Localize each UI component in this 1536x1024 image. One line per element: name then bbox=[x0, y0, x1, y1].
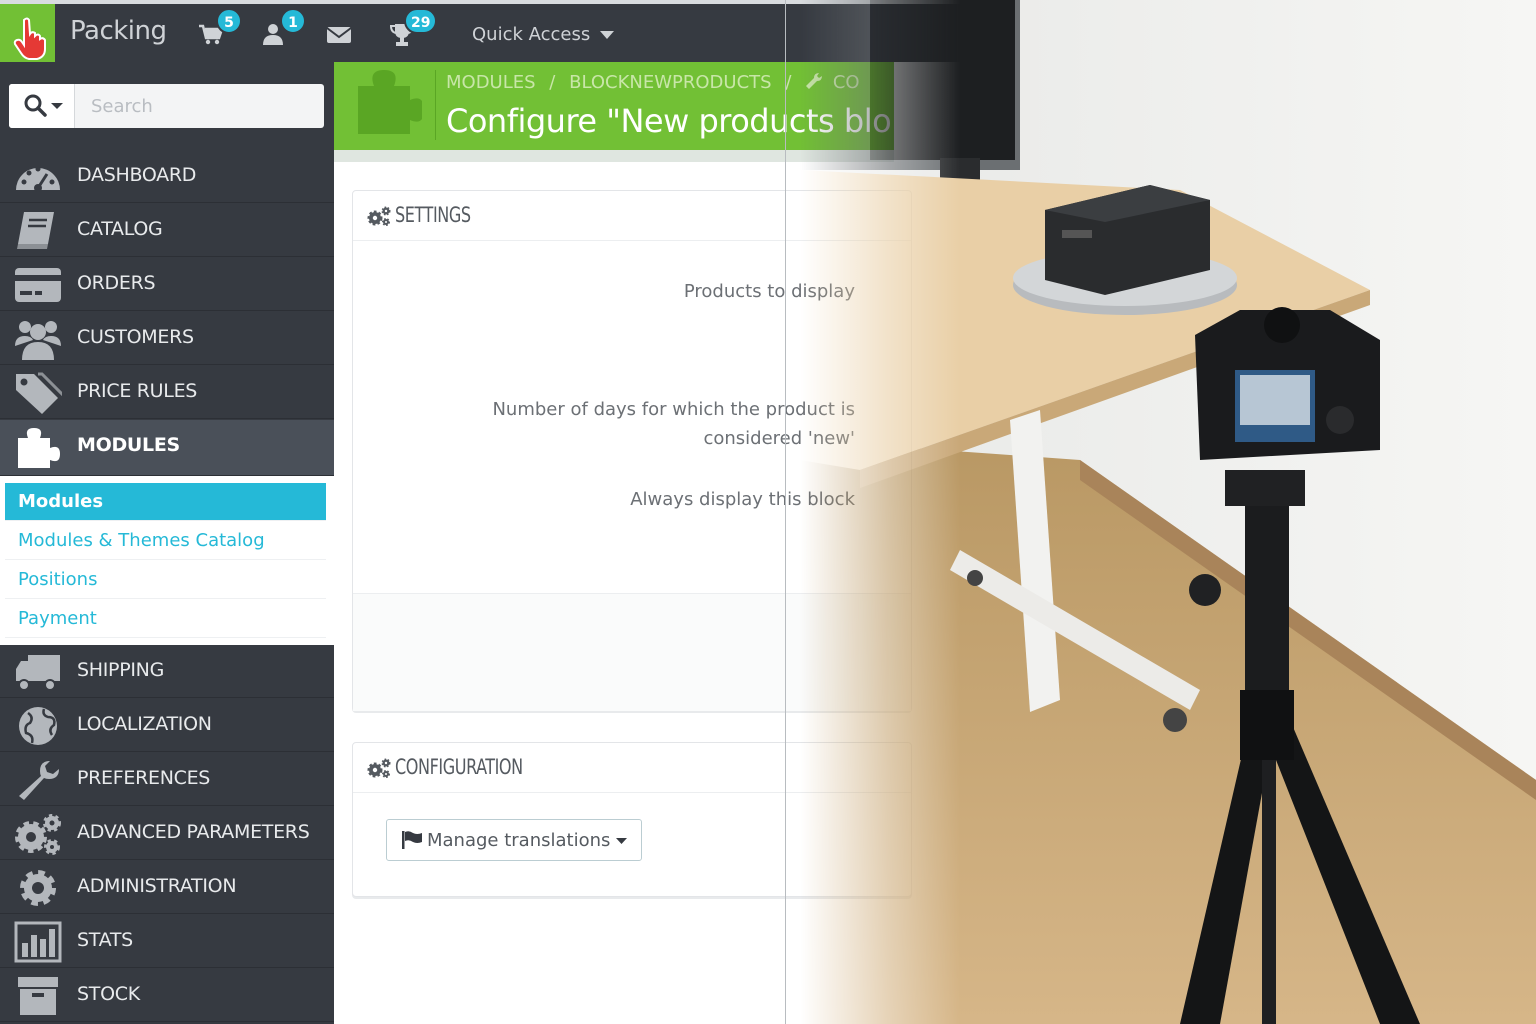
products-to-display-label: Products to display bbox=[683, 281, 855, 302]
customer-badge: 1 bbox=[280, 8, 306, 34]
sidebar-item-advanced-parameters[interactable]: ADVANCED PARAMETERS bbox=[0, 807, 334, 860]
breadcrumb-configure: CO bbox=[832, 72, 860, 93]
always-display-label: Always display this block bbox=[630, 489, 855, 510]
modules-submenu: Modules Modules & Themes Catalog Positio… bbox=[0, 476, 334, 645]
wrench-icon bbox=[19, 761, 59, 800]
logo[interactable] bbox=[0, 4, 55, 62]
search-input[interactable] bbox=[77, 84, 323, 128]
cog-icon bbox=[20, 870, 56, 906]
header-divider bbox=[334, 150, 894, 162]
sidebar-item-price-rules[interactable]: PRICE RULES bbox=[0, 366, 334, 419]
sidebar-item-label: CUSTOMERS bbox=[77, 326, 194, 348]
puzzle-icon bbox=[18, 428, 60, 468]
caret-down-icon bbox=[599, 31, 614, 39]
settings-panel-title: SETTINGS bbox=[395, 203, 471, 227]
customer-notifications[interactable]: 1 bbox=[262, 8, 306, 46]
sidebar-item-dashboard[interactable]: DASHBOARD bbox=[0, 150, 334, 203]
globe-icon bbox=[19, 707, 57, 745]
search-box bbox=[9, 84, 324, 128]
sidebar-item-label: STATS bbox=[77, 929, 133, 951]
tags-icon bbox=[16, 372, 62, 414]
breadcrumb-blocknewproducts[interactable]: BLOCKNEWPRODUCTS bbox=[569, 72, 771, 93]
quick-access-dropdown[interactable]: Quick Access bbox=[472, 24, 614, 45]
breadcrumb-modules[interactable]: MODULES bbox=[446, 72, 536, 93]
submenu-item-payment[interactable]: Payment bbox=[5, 600, 326, 638]
top-bar: Packing 5 1 29 Quick Access bbox=[0, 0, 1536, 62]
message-notifications[interactable] bbox=[326, 22, 354, 46]
trophy-badge: 29 bbox=[404, 8, 438, 34]
cogs-icon bbox=[367, 206, 391, 226]
new-days-label-line1: Number of days for which the product is bbox=[492, 399, 855, 420]
sidebar-item-stats[interactable]: STATS bbox=[0, 915, 334, 968]
cogs-icon bbox=[367, 758, 391, 778]
envelope-icon bbox=[326, 27, 352, 43]
settings-panel-footer bbox=[353, 593, 911, 711]
manage-translations-button[interactable]: Manage translations bbox=[386, 819, 642, 861]
breadcrumb: MODULES / BLOCKNEWPRODUCTS / CO bbox=[446, 72, 868, 93]
breadcrumb-separator: / bbox=[549, 72, 556, 93]
sidebar-item-label: PREFERENCES bbox=[77, 767, 211, 789]
shop-name[interactable]: Packing bbox=[70, 16, 167, 46]
flag-icon bbox=[402, 831, 422, 849]
sidebar-item-modules[interactable]: MODULES bbox=[0, 420, 334, 476]
sidebar-item-label: ADVANCED PARAMETERS bbox=[77, 821, 310, 843]
settings-panel-heading: SETTINGS bbox=[353, 191, 911, 241]
caret-down-icon bbox=[51, 103, 63, 109]
users-icon bbox=[15, 321, 61, 360]
sidebar-item-catalog[interactable]: CATALOG bbox=[0, 204, 334, 257]
manage-translations-label: Manage translations bbox=[427, 829, 611, 851]
hand-pointer-icon bbox=[13, 17, 46, 60]
breadcrumb-separator: / bbox=[785, 72, 792, 93]
caret-down-icon bbox=[616, 838, 627, 844]
sidebar-item-localization[interactable]: LOCALIZATION bbox=[0, 699, 334, 752]
sidebar-item-label: CATALOG bbox=[77, 218, 163, 240]
configuration-panel: CONFIGURATION Manage translations bbox=[352, 742, 912, 897]
new-days-label: Number of days for which the product is … bbox=[492, 395, 855, 453]
header-separator bbox=[435, 70, 436, 140]
submenu-item-positions[interactable]: Positions bbox=[5, 561, 326, 599]
sidebar-item-customers[interactable]: CUSTOMERS bbox=[0, 312, 334, 365]
column-guide-line bbox=[785, 0, 786, 1024]
sidebar-item-label: LOCALIZATION bbox=[77, 713, 212, 735]
sidebar-item-label: ADMINISTRATION bbox=[77, 875, 237, 897]
sidebar-item-label: STOCK bbox=[77, 983, 140, 1005]
search-type-button[interactable] bbox=[9, 84, 75, 128]
book-icon bbox=[17, 212, 54, 249]
submenu-item-catalog[interactable]: Modules & Themes Catalog bbox=[5, 522, 326, 560]
settings-panel: SETTINGS Products to display Number of d… bbox=[352, 190, 912, 711]
page-header: MODULES / BLOCKNEWPRODUCTS / CO Configur… bbox=[334, 62, 894, 150]
sidebar: DASHBOARD CATALOG ORDERS CUSTOMERS PRICE… bbox=[0, 62, 334, 1024]
configuration-panel-title: CONFIGURATION bbox=[395, 755, 523, 779]
search-area bbox=[0, 62, 334, 150]
page-title: Configure "New products blo bbox=[446, 102, 892, 140]
configuration-panel-heading: CONFIGURATION bbox=[353, 743, 911, 793]
bar-chart-icon bbox=[14, 921, 62, 963]
new-days-label-line2: considered 'new' bbox=[703, 428, 855, 449]
sidebar-item-label: MODULES bbox=[77, 434, 180, 456]
submenu-item-modules[interactable]: Modules bbox=[5, 483, 326, 521]
cart-notifications[interactable]: 5 bbox=[198, 8, 242, 46]
sidebar-item-shipping[interactable]: SHIPPING bbox=[0, 645, 334, 698]
sidebar-item-label: SHIPPING bbox=[77, 659, 165, 681]
sidebar-item-administration[interactable]: ADMINISTRATION bbox=[0, 861, 334, 914]
sidebar-item-label: ORDERS bbox=[77, 272, 156, 294]
trophy-notifications[interactable]: 29 bbox=[389, 8, 438, 46]
dashboard-icon bbox=[16, 166, 60, 192]
sidebar-item-orders[interactable]: ORDERS bbox=[0, 258, 334, 311]
sidebar-item-label: PRICE RULES bbox=[77, 380, 198, 402]
cogs-icon bbox=[15, 814, 61, 855]
wrench-icon bbox=[806, 73, 823, 89]
cart-badge: 5 bbox=[216, 8, 242, 34]
search-icon bbox=[24, 94, 47, 117]
archive-icon bbox=[18, 977, 58, 1015]
sidebar-item-preferences[interactable]: PREFERENCES bbox=[0, 753, 334, 806]
credit-card-icon bbox=[15, 268, 61, 302]
puzzle-icon bbox=[358, 70, 422, 134]
sidebar-item-label: DASHBOARD bbox=[77, 164, 197, 186]
truck-icon bbox=[16, 655, 60, 691]
quick-access-label: Quick Access bbox=[472, 24, 591, 45]
sidebar-item-stock[interactable]: STOCK bbox=[0, 969, 334, 1022]
